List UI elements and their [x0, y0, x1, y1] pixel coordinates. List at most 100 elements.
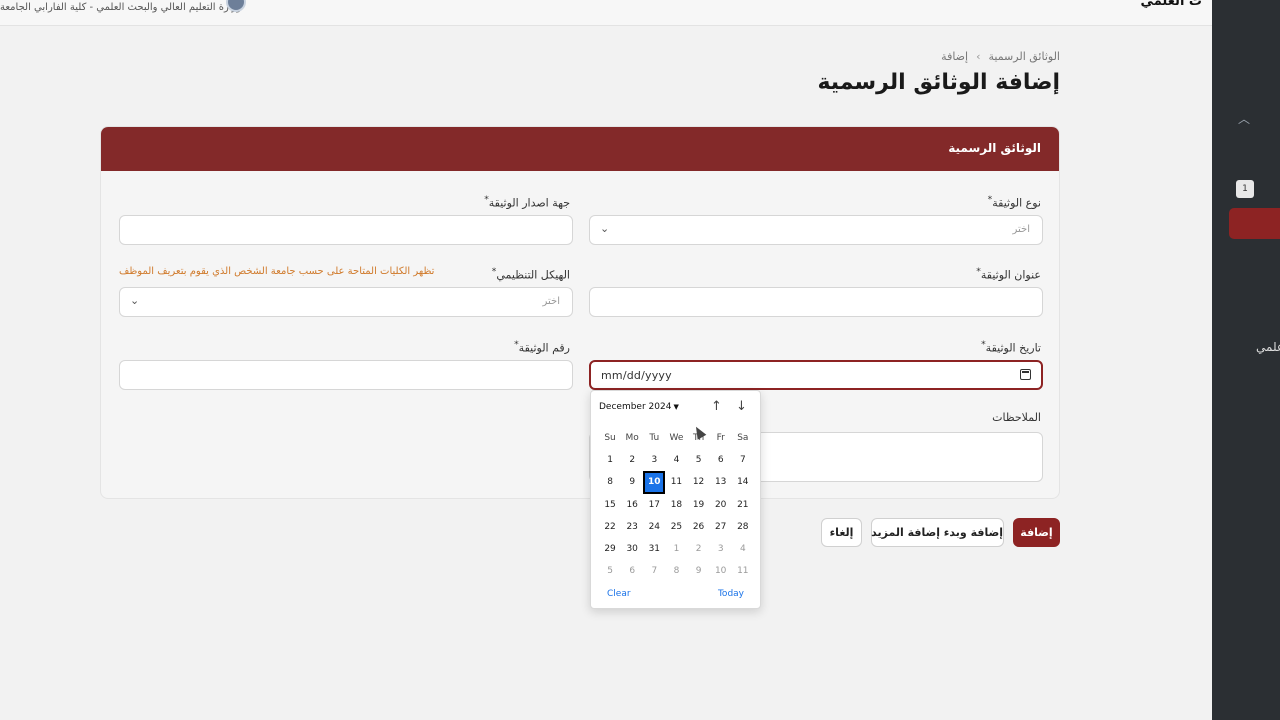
- calendar-day[interactable]: 31: [643, 538, 665, 560]
- issuer-label: جهة اصدار الوثيقة*: [484, 194, 570, 210]
- calendar-day[interactable]: 2: [688, 538, 710, 560]
- calendar-day[interactable]: 7: [643, 560, 665, 582]
- calendar-day[interactable]: 18: [665, 494, 687, 516]
- breadcrumb: الوثائق الرسمية › إضافة: [941, 50, 1060, 63]
- month-year-selector[interactable]: December 2024 ▼: [599, 402, 679, 412]
- calendar-day[interactable]: 17: [643, 494, 665, 516]
- date-picker-popup: December 2024 ▼ ↑ ↓ Su Mo Tu We Th Fr Sa 1 2 3 4 5 6 7…: [590, 390, 761, 609]
- doc-number-input[interactable]: [119, 360, 573, 390]
- org-structure-hint: تظهر الكليات المتاحة على حسب جامعة الشخص…: [119, 266, 435, 277]
- calendar-week-row: 1234567: [599, 449, 754, 471]
- calendar-day[interactable]: 30: [621, 538, 643, 560]
- weekday-header-row: Su Mo Tu We Th Fr Sa: [599, 427, 754, 449]
- calendar-day[interactable]: 20: [710, 494, 732, 516]
- weekday-label: Mo: [625, 433, 639, 443]
- sidebar-item-label[interactable]: علمي: [1256, 340, 1280, 354]
- arrow-down-icon[interactable]: ↓: [736, 399, 747, 414]
- calendar-day[interactable]: 16: [621, 494, 643, 516]
- calendar-icon[interactable]: [1020, 369, 1031, 380]
- calendar-day[interactable]: 11: [732, 560, 754, 582]
- cancel-button[interactable]: إلغاء: [821, 518, 862, 547]
- calendar-day[interactable]: 21: [732, 494, 754, 516]
- calendar-day[interactable]: 1: [599, 449, 621, 471]
- add-and-more-button[interactable]: إضافة وبدء إضافة المزيد: [871, 518, 1004, 547]
- card-header: الوثائق الرسمية: [101, 127, 1059, 171]
- weekday-label: Sa: [737, 433, 749, 443]
- calendar-day[interactable]: 8: [665, 560, 687, 582]
- arrow-up-icon[interactable]: ↑: [711, 399, 722, 414]
- calendar-grid: Su Mo Tu We Th Fr Sa 1 2 3 4 5 6 7 8 9 10 11 12 13 14 15 16 17 1…: [599, 427, 754, 582]
- top-bar: وزارة التعليم العالي والبحث العلمي - كلي…: [0, 0, 1212, 26]
- calendar-day[interactable]: 23: [621, 516, 643, 538]
- weekday-label: Tu: [649, 433, 660, 443]
- calendar-day[interactable]: 28: [732, 516, 754, 538]
- calendar-day[interactable]: 2: [621, 449, 643, 471]
- calendar-day[interactable]: 4: [732, 538, 754, 560]
- calendar-day[interactable]: 13: [710, 471, 732, 493]
- org-structure-label: الهيكل التنظيمي*: [491, 266, 570, 282]
- calendar-day[interactable]: 27: [710, 516, 732, 538]
- doc-date-input[interactable]: mm/dd/yyyy: [589, 360, 1043, 390]
- doc-type-label: نوع الوثيقة*: [987, 194, 1041, 210]
- chevron-down-icon: ⌄: [600, 222, 610, 235]
- weekday-label: We: [669, 433, 684, 443]
- calendar-week-row: 29 30 31 1 2 3 4: [599, 538, 754, 560]
- doc-date-value: mm/dd/yyyy: [601, 369, 672, 382]
- calendar-day[interactable]: 5: [688, 449, 710, 471]
- doc-title-input[interactable]: [589, 287, 1043, 317]
- today-button[interactable]: Today: [718, 589, 744, 599]
- breadcrumb-parent[interactable]: الوثائق الرسمية: [988, 50, 1060, 63]
- doc-number-label: رقم الوثيقة*: [514, 339, 570, 355]
- doc-type-placeholder: اختر: [1012, 224, 1031, 235]
- doc-type-select[interactable]: اختر ⌄: [589, 215, 1043, 245]
- calendar-day[interactable]: 8: [599, 471, 621, 493]
- calendar-day[interactable]: 10: [710, 560, 732, 582]
- calendar-day[interactable]: 4: [665, 449, 687, 471]
- chevron-down-icon: ⌄: [130, 294, 140, 307]
- calendar-day[interactable]: 14: [732, 471, 754, 493]
- calendar-day[interactable]: 19: [688, 494, 710, 516]
- chevron-left-icon: ›: [976, 50, 981, 63]
- form-card: الوثائق الرسمية نوع الوثيقة* اختر ⌄ جهة …: [100, 126, 1060, 499]
- calendar-day[interactable]: 7: [732, 449, 754, 471]
- calendar-day[interactable]: 22: [599, 516, 621, 538]
- calendar-day[interactable]: 9: [688, 560, 710, 582]
- calendar-day[interactable]: 15: [599, 494, 621, 516]
- chevron-up-icon[interactable]: ︿: [1238, 110, 1250, 127]
- calendar-day[interactable]: 12: [688, 471, 710, 493]
- calendar-week-row: 5 6 7 8 9 10 11: [599, 560, 754, 582]
- calendar-week-row: 22 23 24 25 26 27 28: [599, 516, 754, 538]
- org-structure-placeholder: اختر: [542, 296, 561, 307]
- calendar-day-selected[interactable]: 10: [643, 471, 666, 494]
- org-name: وزارة التعليم العالي والبحث العلمي - كلي…: [0, 2, 242, 13]
- calendar-day[interactable]: 9: [621, 471, 643, 493]
- calendar-day[interactable]: 3: [710, 538, 732, 560]
- calendar-day[interactable]: 29: [599, 538, 621, 560]
- calendar-day[interactable]: 6: [621, 560, 643, 582]
- calendar-day[interactable]: 11: [665, 471, 687, 493]
- calendar-day[interactable]: 5: [599, 560, 621, 582]
- app-title: ث العلمي: [1140, 0, 1202, 9]
- calendar-day[interactable]: 6: [710, 449, 732, 471]
- page-title: إضافة الوثائق الرسمية: [817, 70, 1060, 95]
- doc-date-label: تاريخ الوثيقة*: [981, 339, 1041, 355]
- doc-title-label: عنوان الوثيقة*: [976, 266, 1041, 282]
- add-button[interactable]: إضافة: [1013, 518, 1060, 547]
- clear-button[interactable]: Clear: [607, 589, 631, 599]
- issuer-input[interactable]: [119, 215, 573, 245]
- sidebar: ︿ 1 علمي: [1212, 0, 1280, 720]
- calendar-day[interactable]: 25: [665, 516, 687, 538]
- calendar-week-row: 8 9 10 11 12 13 14: [599, 471, 754, 494]
- sidebar-badge: 1: [1236, 180, 1254, 198]
- sidebar-item-active[interactable]: [1229, 208, 1280, 239]
- calendar-day[interactable]: 24: [643, 516, 665, 538]
- org-structure-select[interactable]: اختر ⌄: [119, 287, 573, 317]
- calendar-day[interactable]: 3: [643, 449, 665, 471]
- calendar-day[interactable]: 26: [688, 516, 710, 538]
- calendar-day[interactable]: 1: [665, 538, 687, 560]
- notes-label: الملاحظات: [992, 411, 1041, 424]
- calendar-week-row: 15 16 17 18 19 20 21: [599, 494, 754, 516]
- weekday-label: Su: [604, 433, 616, 443]
- weekday-label: Fr: [716, 433, 725, 443]
- caret-down-icon: ▼: [673, 403, 679, 411]
